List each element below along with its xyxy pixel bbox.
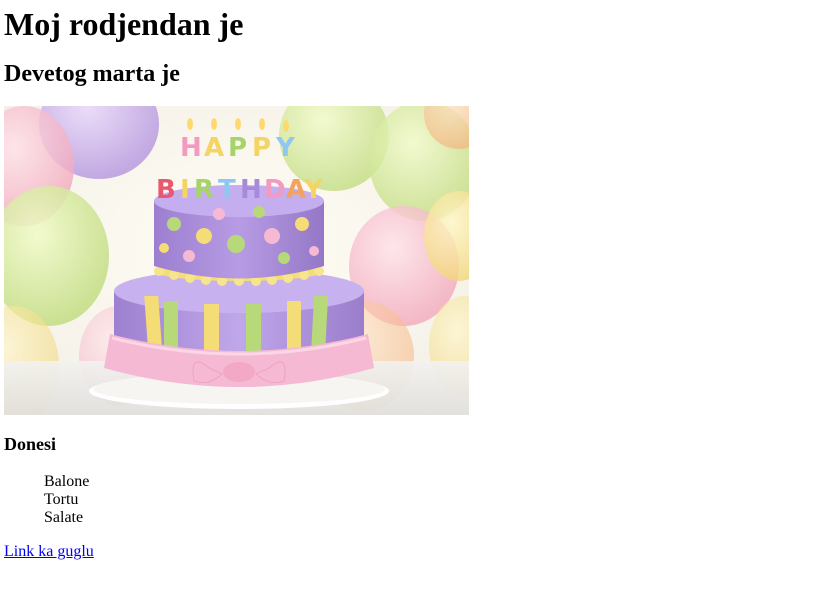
- list-item: Tortu: [44, 491, 79, 508]
- candle-letter: Y: [275, 133, 296, 163]
- candle-letter: A: [204, 133, 224, 163]
- candle-letter: P: [252, 133, 271, 163]
- candle-letter: H: [240, 175, 262, 205]
- candle-letter: I: [180, 175, 190, 205]
- list-item: Salate: [44, 509, 84, 526]
- candle-letter: R: [194, 175, 214, 205]
- candle-letter: Y: [303, 175, 324, 205]
- candle-letter: T: [218, 175, 236, 205]
- birthday-cake-image: H A P P Y B I R T H D A Y: [4, 106, 469, 415]
- bring-heading: Donesi: [4, 434, 57, 454]
- bring-list: Balone Tortu Salate: [4, 473, 810, 527]
- candle-letter: B: [156, 175, 176, 205]
- google-link[interactable]: Link ka guglu: [4, 543, 94, 561]
- list-item: Balone: [44, 473, 90, 490]
- candle-letter: H: [180, 133, 202, 163]
- page-subtitle: Devetog marta je: [4, 61, 180, 87]
- candle-letter: D: [264, 175, 286, 205]
- page: Moj rodjendan je Devetog marta je H A P …: [0, 0, 814, 561]
- page-title: Moj rodjendan je: [4, 6, 244, 42]
- candle-letter: P: [228, 133, 247, 163]
